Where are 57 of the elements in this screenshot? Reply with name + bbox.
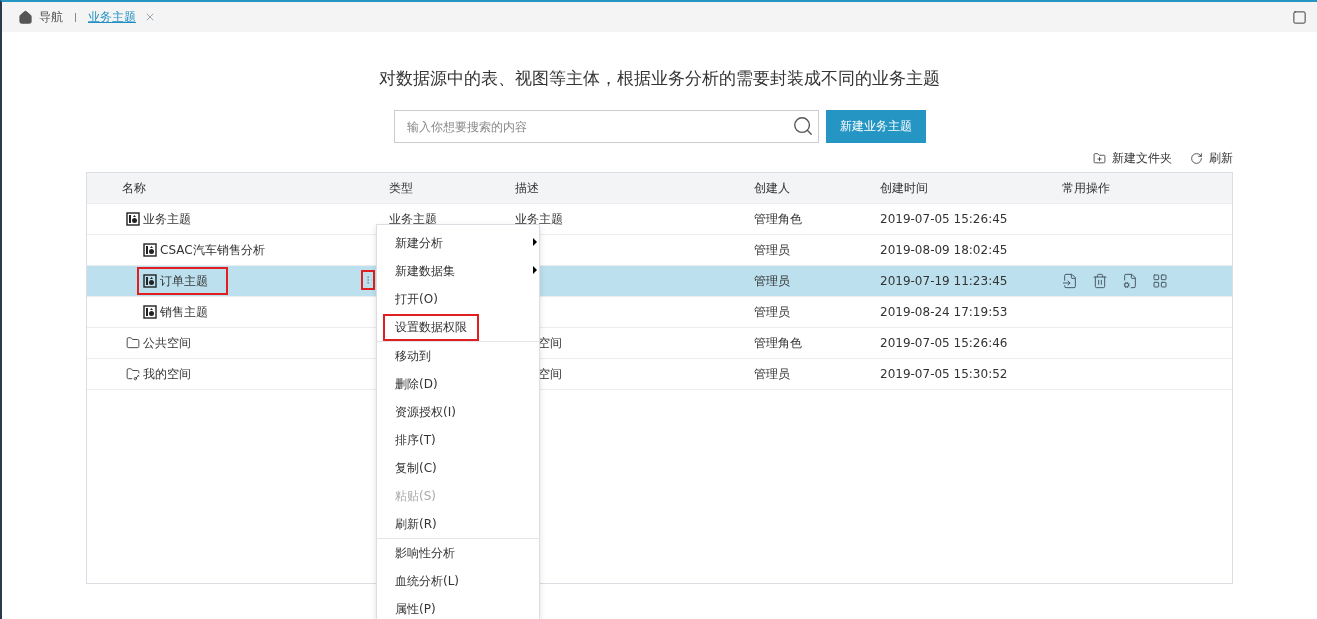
refresh-icon [1190,151,1203,165]
document-icon [143,243,157,257]
table-cell-text: 管理员 [754,241,791,259]
folder-person-icon [126,367,140,381]
menu-item[interactable]: 资源授权(I) [377,398,539,426]
tree-item[interactable]: 订单主题 [137,267,228,295]
grid-icon[interactable] [1152,273,1168,289]
table-cell-text: 管理员 [754,303,791,321]
table-cell-text: 业务主题 [515,210,564,228]
new-folder-button[interactable]: 新建文件夹 [1093,149,1172,167]
tree-item[interactable]: 销售主题 [137,298,228,326]
menu-item[interactable]: 刷新(R) [377,510,539,538]
submenu-arrow-icon [533,238,537,246]
tree-item[interactable]: 公共空间 [120,329,211,357]
close-icon[interactable] [144,11,156,23]
tab[interactable]: 导航 [18,8,63,26]
move-icon[interactable] [1062,273,1078,289]
table-cell-text: 2019-07-05 15:30:52 [880,367,1009,381]
submenu-arrow-icon [533,266,537,274]
search-icon [791,115,814,137]
search-field[interactable]: 输入你想要搜索的内容 [393,110,819,143]
table-cell-text: 2019-07-19 11:23:45 [880,274,1009,288]
folder-plus-icon [1093,151,1106,165]
column-header: 描述 [515,179,540,197]
menu-item[interactable]: 血统分析(L) [377,567,539,595]
maximize-icon[interactable] [1292,9,1307,25]
table-cell-text: 管理员 [754,272,791,290]
table-cell-text: 管理员 [754,365,791,383]
document-icon [143,305,157,319]
table-cell-text: 2019-08-24 17:19:53 [880,305,1009,319]
menu-item[interactable]: 复制(C) [377,454,539,482]
home-icon [18,9,33,25]
column-header: 常用操作 [1062,179,1111,197]
document-icon [143,274,157,288]
tree-item[interactable]: 业务主题 [120,205,211,233]
menu-item[interactable]: 排序(T) [377,426,539,454]
tree-item[interactable]: CSAC汽车销售分析 [137,236,285,264]
column-header: 创建人 [754,179,791,197]
folder-icon [126,336,140,350]
menu-item[interactable]: 影响性分析 [377,539,539,567]
table-cell-text: 管理角色 [754,210,803,228]
document-icon [126,212,140,226]
more-button[interactable] [361,270,375,290]
delete-icon[interactable] [1092,273,1108,289]
headline: 对数据源中的表、视图等主体，根据业务分析的需要封装成不同的业务主题 [379,67,940,90]
menu-item[interactable]: 属性(P) [377,595,539,619]
table-cell-text: 2019-07-05 15:26:46 [880,336,1009,350]
table-cell-text: 业务主题 [389,210,438,228]
tree-item[interactable]: 我的空间 [120,360,211,388]
table-cell-text: 2019-07-05 15:26:45 [880,212,1009,226]
table-cell-text: 管理角色 [754,334,803,352]
column-header: 创建时间 [880,179,929,197]
column-header: 类型 [389,179,414,197]
table-cell-text: 2019-08-09 18:02:45 [880,243,1009,257]
column-header: 名称 [121,179,147,197]
refresh-button[interactable]: 刷新 [1190,149,1233,167]
file-settings-icon[interactable] [1122,273,1138,289]
